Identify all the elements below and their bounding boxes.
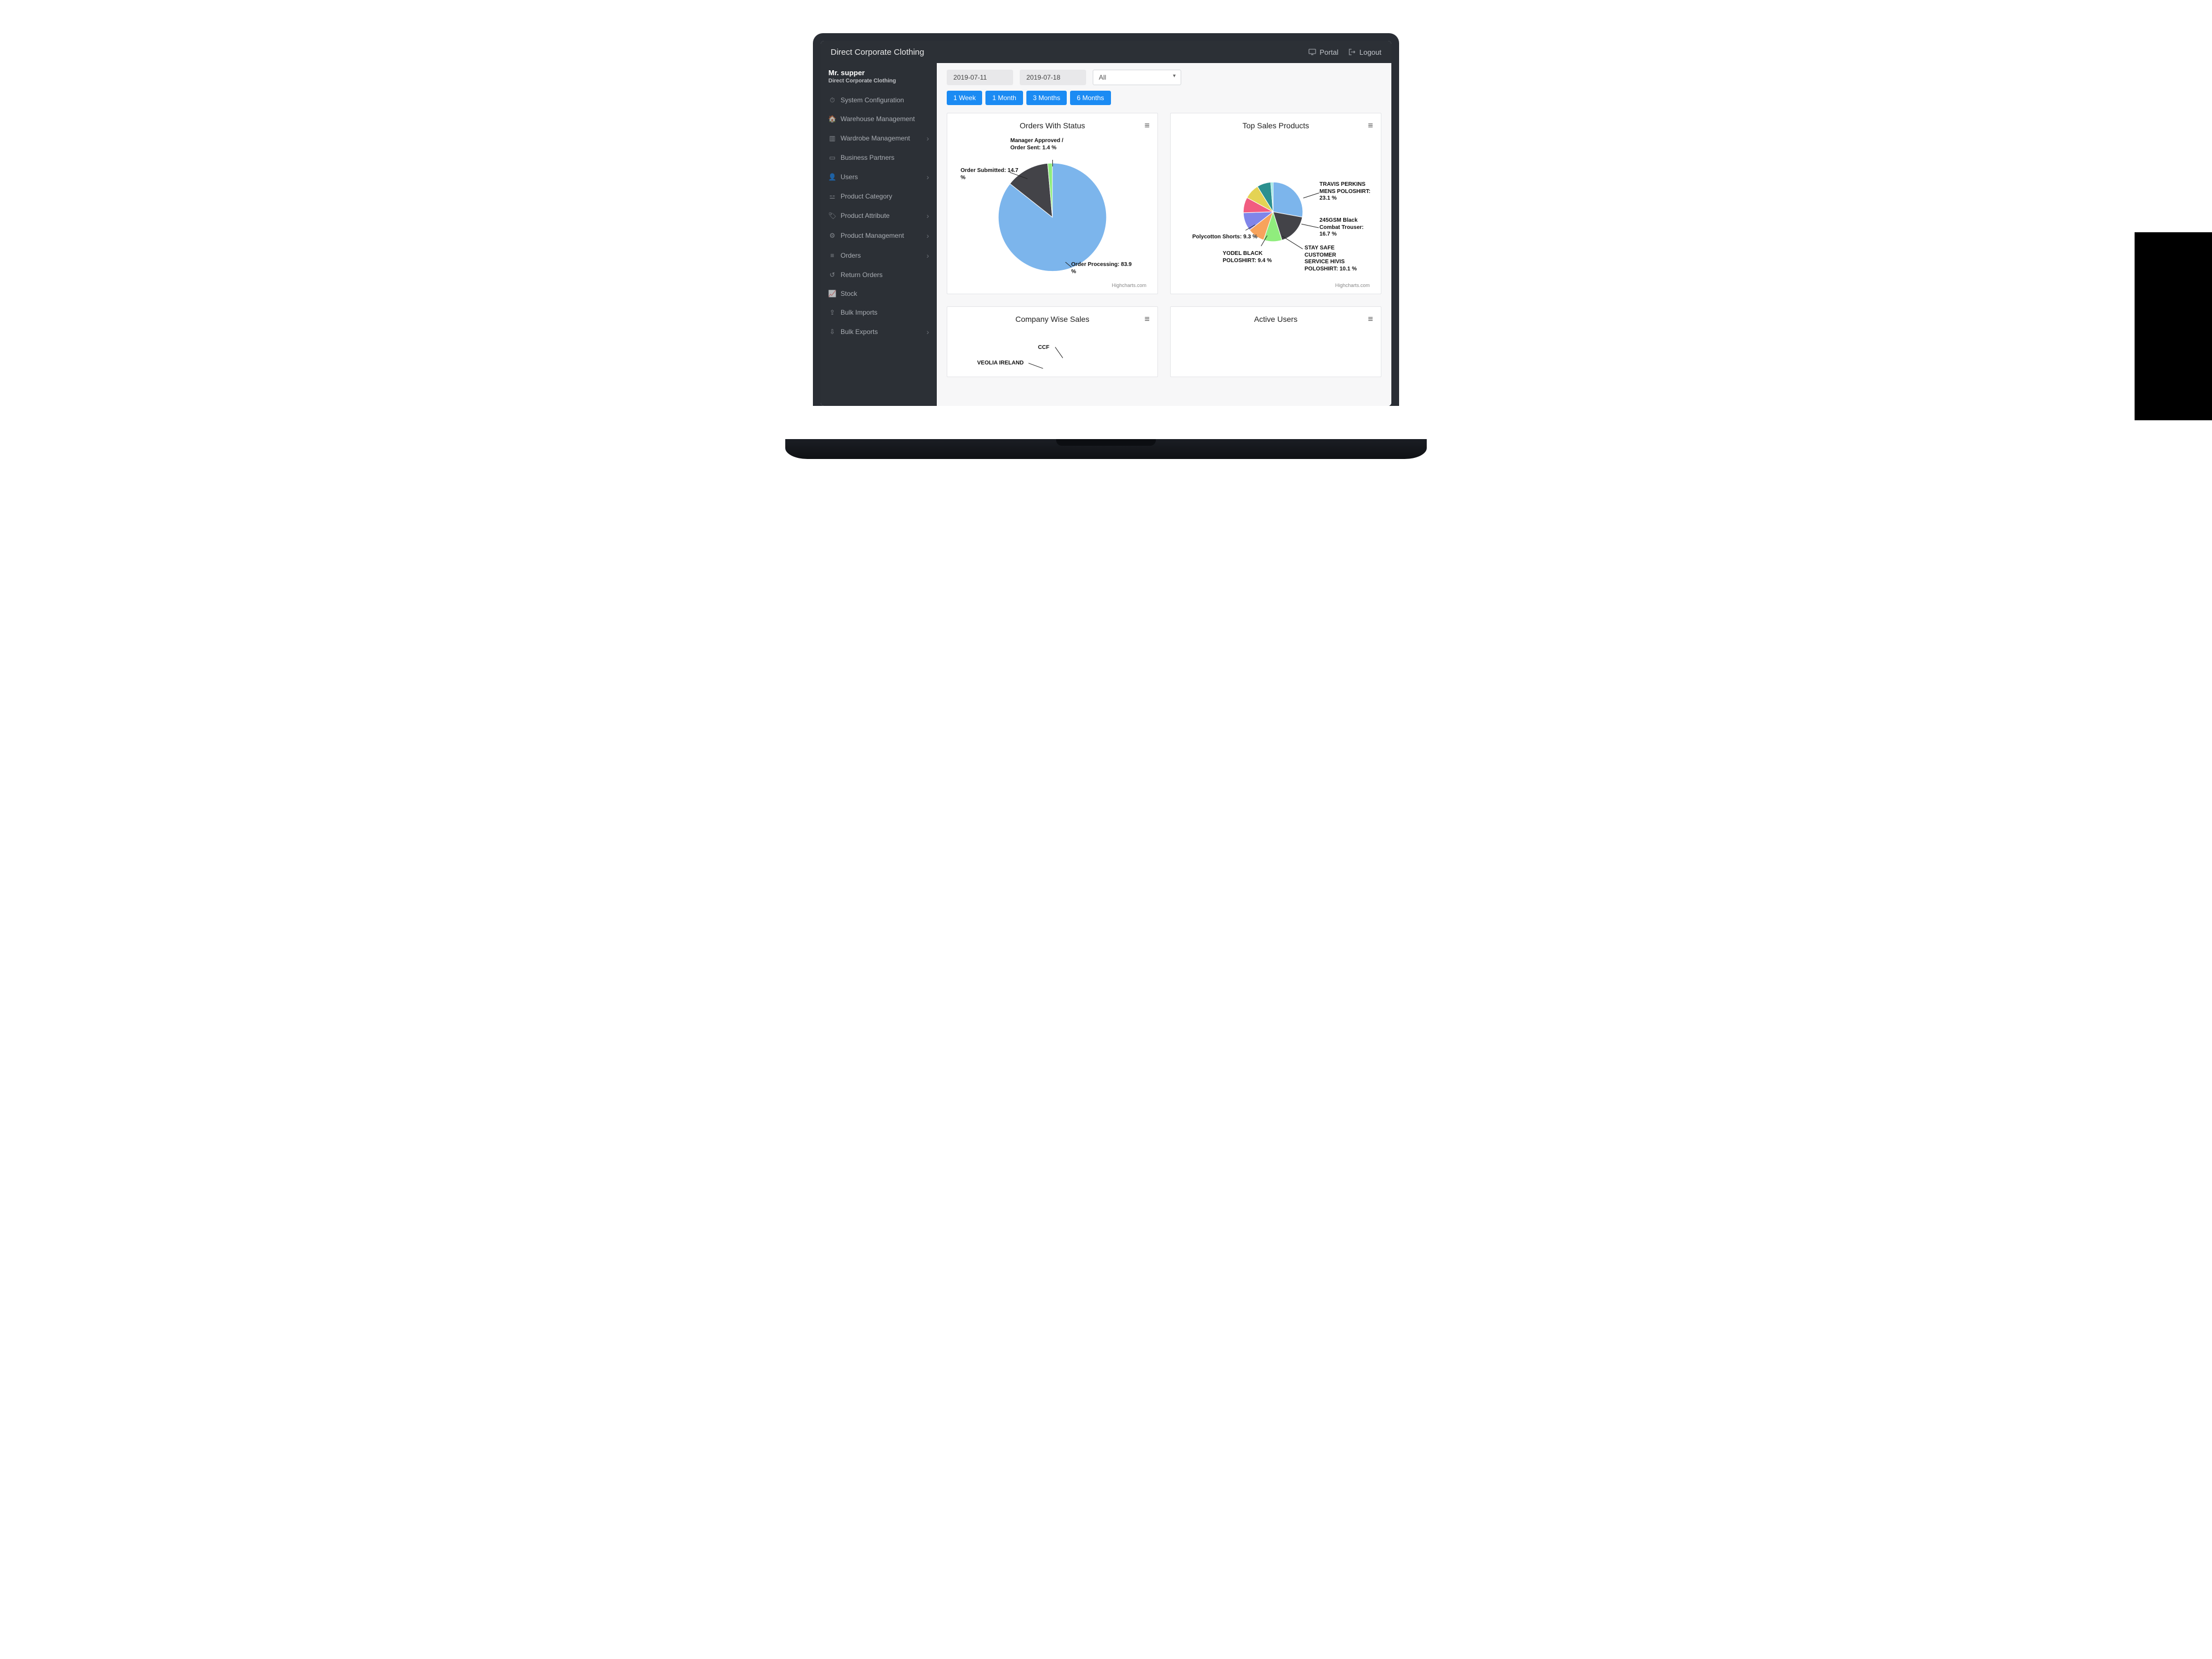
portal-label: Portal (1319, 48, 1338, 56)
company-sales-chart: CCF VEOLIA IRELAND (955, 328, 1150, 372)
portal-link[interactable]: Portal (1308, 48, 1338, 56)
topbar: Direct Corporate Clothing Portal Logout (821, 41, 1391, 63)
sidebar-item-label: Return Orders (841, 271, 883, 279)
date-from-input[interactable] (947, 70, 1013, 85)
card-title: Company Wise Sales (955, 315, 1150, 324)
sidebar-item-label: Warehouse Management (841, 115, 915, 123)
sidebar-item-label: Users (841, 173, 858, 181)
sidebar-item-label: System Configuration (841, 96, 904, 104)
sidebar-item-product-category[interactable]: ⚍ Product Category (821, 187, 937, 206)
sidebar-item-return-orders[interactable]: ↺ Return Orders (821, 265, 937, 284)
sidebar-item-label: Wardrobe Management (841, 134, 910, 142)
cogs-icon: ⚙ (828, 232, 836, 239)
slice-label-processing: Order Processing: 83.9 % (1071, 262, 1132, 275)
laptop-notch (1056, 439, 1156, 446)
sidebar-item-label: Stock (841, 290, 857, 298)
gauge-icon: ⏱ (828, 96, 836, 104)
sitemap-icon: ⚍ (828, 192, 836, 200)
slice-label-combat: 245GSM Black Combat Trouser: 16.7 % (1319, 217, 1373, 238)
slice-label-submitted: Order Submitted: 14.7 % (961, 168, 1021, 181)
decorative-shadow (2135, 232, 2212, 420)
monitor-icon (1308, 48, 1316, 56)
warehouse-icon: 🏠 (828, 115, 836, 123)
sidebar-item-orders[interactable]: ≡ Orders (821, 246, 937, 265)
range-6months-button[interactable]: 6 Months (1070, 91, 1110, 105)
sidebar-item-label: Product Attribute (841, 212, 890, 220)
sidebar-item-system-configuration[interactable]: ⏱ System Configuration (821, 91, 937, 109)
dashboard-cards: Orders With Status ≡ Order Processing: 8 (947, 113, 1381, 377)
scope-select-wrap: All (1093, 70, 1181, 85)
sidebar: Mr. supper Direct Corporate Clothing ⏱ Sy… (821, 63, 937, 406)
scope-select[interactable]: All (1093, 70, 1181, 85)
sidebar-item-product-management[interactable]: ⚙ Product Management (821, 226, 937, 246)
chart-credit: Highcharts.com (1335, 283, 1370, 288)
slice-label-staysafe: STAY SAFE CUSTOMER SERVICE HIVIS POLOSHI… (1305, 245, 1360, 273)
date-to-input[interactable] (1020, 70, 1086, 85)
card-title: Active Users (1178, 315, 1373, 324)
chart-credit: Highcharts.com (1112, 283, 1146, 288)
upload-icon: ⇪ (828, 309, 836, 316)
sidebar-item-wardrobe-management[interactable]: ▥ Wardrobe Management (821, 128, 937, 148)
card-menu-button[interactable]: ≡ (1368, 315, 1373, 325)
card-active-users: Active Users ≡ (1170, 306, 1381, 377)
nav: ⏱ System Configuration 🏠 Warehouse Managem… (821, 91, 937, 406)
laptop-base (785, 439, 1427, 459)
card-menu-button[interactable]: ≡ (1145, 315, 1150, 325)
logout-link[interactable]: Logout (1348, 48, 1381, 56)
card-orders-status: Orders With Status ≡ Order Processing: 8 (947, 113, 1158, 294)
sidebar-item-label: Business Partners (841, 154, 894, 161)
wardrobe-icon: ▥ (828, 134, 836, 142)
slice-label-approved: Manager Approved / Order Sent: 1.4 % (1010, 138, 1071, 152)
app-body: Mr. supper Direct Corporate Clothing ⏱ Sy… (821, 63, 1391, 406)
card-title: Orders With Status (955, 121, 1150, 130)
logout-label: Logout (1359, 48, 1381, 56)
sidebar-item-label: Bulk Imports (841, 309, 878, 316)
sidebar-item-label: Product Management (841, 232, 904, 239)
active-users-chart (1178, 328, 1373, 372)
slice-label-poly: Polycotton Shorts: 9.3 % (1192, 234, 1258, 241)
card-title: Top Sales Products (1178, 121, 1373, 130)
slice-label-veolia: VEOLIA IRELAND (977, 360, 1024, 367)
slice-label-travis: TRAVIS PERKINS MENS POLOSHIRT: 23.1 % (1319, 181, 1373, 202)
sidebar-item-stock[interactable]: 📈 Stock (821, 284, 937, 303)
range-buttons: 1 Week 1 Month 3 Months 6 Months (947, 91, 1381, 105)
card-company-sales: Company Wise Sales ≡ CCF VEOLIA IRELAND (947, 306, 1158, 377)
card-menu-button[interactable]: ≡ (1368, 121, 1373, 131)
user-icon: 👤 (828, 173, 836, 181)
slice-label-yodel: YODEL BLACK POLOSHIRT: 9.4 % (1223, 251, 1278, 264)
top-sales-chart: TRAVIS PERKINS MENS POLOSHIRT: 23.1 % 24… (1178, 134, 1373, 289)
range-1month-button[interactable]: 1 Month (985, 91, 1022, 105)
user-name: Mr. supper (828, 69, 929, 77)
logout-icon (1348, 48, 1356, 56)
sidebar-item-users[interactable]: 👤 Users (821, 167, 937, 187)
sidebar-item-product-attribute[interactable]: 🏷 Product Attribute (821, 206, 937, 226)
user-block: Mr. supper Direct Corporate Clothing (821, 63, 937, 91)
filter-row: All (947, 70, 1381, 85)
sidebar-item-label: Bulk Exports (841, 328, 878, 336)
main-content: All 1 Week 1 Month 3 Months 6 Months Ord… (937, 63, 1391, 406)
card-top-sales: Top Sales Products ≡ (1170, 113, 1381, 294)
list-icon: ≡ (828, 252, 836, 259)
card-menu-button[interactable]: ≡ (1145, 121, 1150, 131)
chart-line-icon: 📈 (828, 290, 836, 298)
undo-icon: ↺ (828, 271, 836, 279)
tag-icon: 🏷 (828, 212, 836, 220)
id-card-icon: ▭ (828, 154, 836, 161)
orders-status-chart: Order Processing: 83.9 % Order Submitted… (955, 134, 1150, 289)
download-icon: ⇩ (828, 328, 836, 336)
user-org: Direct Corporate Clothing (828, 78, 929, 84)
sidebar-item-label: Orders (841, 252, 861, 259)
app-screen: Direct Corporate Clothing Portal Logout … (821, 41, 1391, 406)
slice-label-ccf: CCF (1038, 345, 1050, 352)
range-3months-button[interactable]: 3 Months (1026, 91, 1067, 105)
range-1week-button[interactable]: 1 Week (947, 91, 982, 105)
sidebar-item-bulk-exports[interactable]: ⇩ Bulk Exports (821, 322, 937, 342)
sidebar-item-bulk-imports[interactable]: ⇪ Bulk Imports (821, 303, 937, 322)
sidebar-item-warehouse-management[interactable]: 🏠 Warehouse Management (821, 109, 937, 128)
laptop-frame: Direct Corporate Clothing Portal Logout … (813, 33, 1399, 406)
sidebar-item-business-partners[interactable]: ▭ Business Partners (821, 148, 937, 167)
sidebar-item-label: Product Category (841, 192, 892, 200)
brand-title: Direct Corporate Clothing (831, 48, 1298, 57)
